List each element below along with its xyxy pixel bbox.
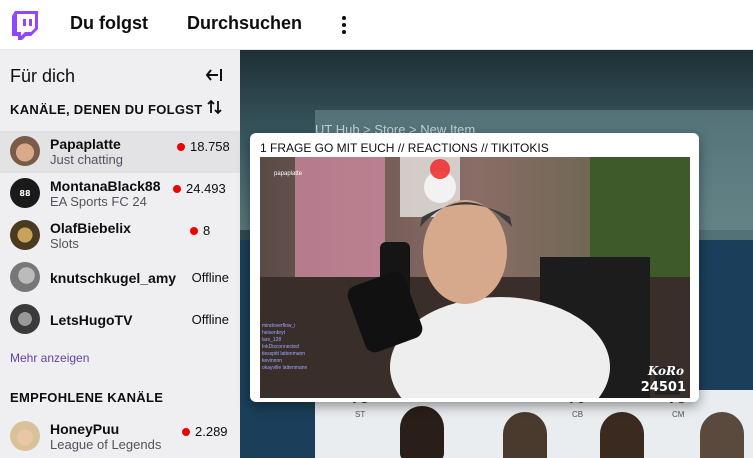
chat-message: lars_128 — [262, 337, 282, 343]
channel-name: HoneyPuu — [50, 421, 120, 437]
avatar — [10, 304, 40, 334]
chat-message: okayville lattenmann — [262, 365, 308, 371]
channel-name: Papaplatte — [50, 136, 121, 152]
nav-browse-link[interactable]: Durchsuchen — [187, 13, 302, 34]
overlay-username: papaplatte — [274, 171, 303, 177]
viewer-count: 8 — [203, 223, 211, 238]
viewer-count: 18.758 — [190, 139, 230, 154]
channel-name: OlafBiebelix — [50, 220, 131, 236]
stream-thumbnail-image — [260, 157, 690, 398]
sidebar-channel-knutschkugel-amy[interactable]: knutschkugel_amy Offline — [0, 257, 240, 299]
svg-text:88: 88 — [19, 189, 31, 198]
vertical-ellipsis-icon[interactable] — [334, 12, 354, 38]
viewer-count: 2.289 — [195, 424, 228, 439]
nav-following-link[interactable]: Du folgst — [70, 13, 148, 34]
player-portrait — [503, 412, 547, 458]
avatar — [10, 262, 40, 292]
avatar — [10, 136, 40, 166]
overlay-logo: KoRo — [647, 364, 684, 378]
live-indicator — [190, 227, 198, 235]
player-portrait — [600, 412, 644, 458]
avatar: 88 — [10, 178, 40, 208]
show-more-link[interactable]: Mehr anzeigen — [10, 351, 89, 365]
stream-preview-video[interactable]: mindoverflow_i heisenbryt lars_128 InkDi… — [260, 157, 690, 398]
followed-channels-heading: KANÄLE, DENEN DU FOLGST — [10, 102, 203, 117]
viewer-count: 24.493 — [186, 181, 226, 196]
sidebar: Für dich KANÄLE, DENEN DU FOLGST Papapla… — [0, 50, 240, 458]
sort-arrows-icon[interactable] — [205, 98, 225, 116]
channel-category: EA Sports FC 24 — [50, 194, 147, 209]
card-position: CM — [672, 410, 685, 419]
live-indicator — [173, 185, 181, 193]
live-indicator — [177, 143, 185, 151]
stream-preview-card[interactable]: 1 FRAGE GO MIT EUCH // REACTIONS // TIKI… — [250, 133, 699, 402]
channel-name: knutschkugel_amy — [50, 270, 177, 286]
sidebar-channel-papaplatte[interactable]: Papaplatte Just chatting 18.758 — [0, 131, 240, 173]
offline-status: Offline — [191, 312, 229, 327]
card-position: ST — [355, 410, 366, 419]
recommended-channels-heading: EMPFOHLENE KANÄLE — [10, 390, 164, 405]
sidebar-channel-olafbiebelix[interactable]: OlafBiebelix Slots 8 — [0, 215, 240, 257]
chat-message: kevinnnn — [262, 358, 283, 364]
avatar — [10, 220, 40, 250]
channel-name: LetsHugoTV — [50, 312, 133, 328]
sidebar-title: Für dich — [10, 66, 76, 86]
channel-name: MontanaBlack88 — [50, 178, 161, 194]
overlay-count: 24501 — [640, 380, 686, 395]
channel-category: Just chatting — [50, 152, 123, 167]
collapse-arrow-icon[interactable] — [205, 66, 225, 84]
card-position: CB — [572, 410, 584, 419]
live-indicator — [182, 428, 190, 436]
chat-message: heisenbryt — [262, 330, 286, 336]
chat-message: InkDisconnected — [262, 344, 299, 350]
sidebar-channel-honeypuu[interactable]: HoneyPuu League of Legends 2.289 — [0, 416, 240, 458]
top-nav: Du folgst Durchsuchen — [0, 0, 753, 50]
chat-message: mindoverflow_i — [262, 323, 296, 329]
offline-status: Offline — [191, 270, 229, 285]
channel-category: League of Legends — [50, 437, 162, 452]
player-portrait — [700, 412, 744, 458]
sidebar-channel-letshugotv[interactable]: LetsHugoTV Offline — [0, 299, 240, 341]
avatar — [10, 421, 40, 451]
chat-message: tiesspitt lattenmann — [262, 351, 306, 357]
player-portrait — [400, 406, 444, 458]
stream-title: 1 FRAGE GO MIT EUCH // REACTIONS // TIKI… — [260, 141, 549, 155]
channel-category: Slots — [50, 236, 79, 251]
twitch-glitch-icon[interactable] — [12, 11, 38, 40]
sidebar-channel-montanablack88[interactable]: 88 MontanaBlack88 EA Sports FC 24 24.493 — [0, 173, 240, 215]
